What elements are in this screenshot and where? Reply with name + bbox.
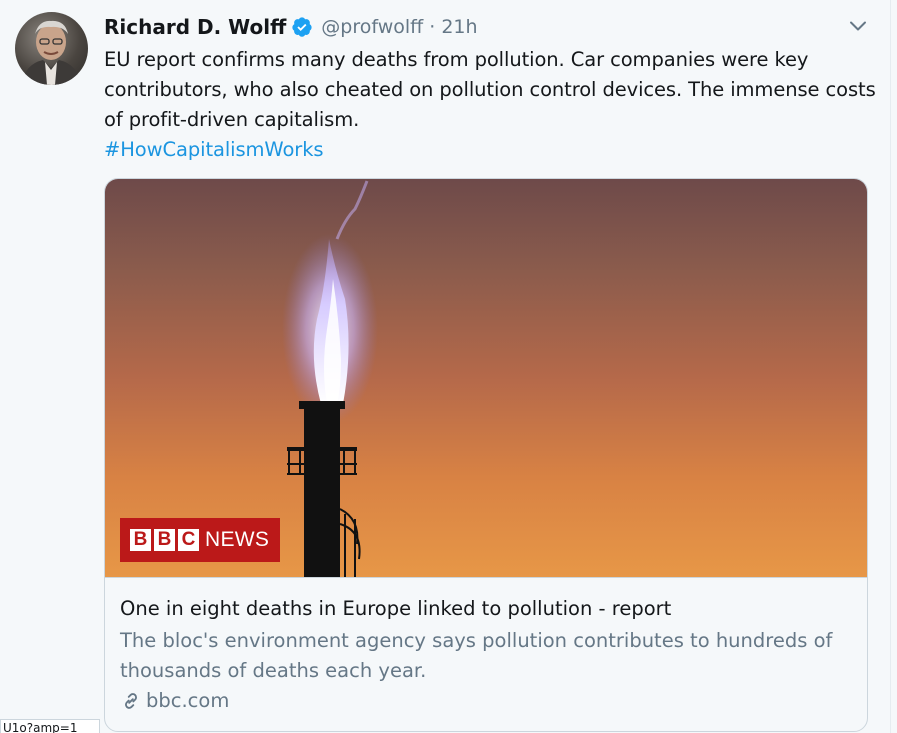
chevron-down-icon[interactable] (848, 16, 868, 36)
link-card[interactable]: B B C NEWS One in eight deaths in Europe… (104, 178, 868, 732)
author-name[interactable]: Richard D. Wolff (104, 15, 286, 39)
card-description: The bloc's environment agency says pollu… (120, 629, 833, 682)
bbc-logo-letter: B (130, 529, 151, 551)
tweet[interactable]: Richard D. Wolff @profwolff · 21h EU rep… (0, 0, 891, 733)
tweet-body: EU report confirms many deaths from poll… (104, 48, 876, 131)
tweet-header: Richard D. Wolff @profwolff · 21h (104, 12, 478, 42)
card-domain: bbc.com (120, 689, 229, 712)
bbc-logo-letter: B (154, 529, 175, 551)
tweet-text: EU report confirms many deaths from poll… (104, 45, 879, 165)
tweet-timestamp[interactable]: 21h (441, 16, 477, 38)
card-image[interactable]: B B C NEWS (105, 179, 867, 577)
verified-badge-icon (292, 17, 312, 37)
author-handle[interactable]: @profwolff (321, 16, 423, 38)
avatar[interactable] (15, 12, 88, 85)
card-domain-text: bbc.com (146, 689, 230, 712)
card-title: One in eight deaths in Europe linked to … (120, 597, 672, 620)
bbc-logo-news: NEWS (205, 528, 270, 551)
bbc-logo-letter: C (178, 529, 199, 551)
status-bar-url: U1o?amp=1 (0, 719, 100, 733)
hashtag-link[interactable]: #HowCapitalismWorks (104, 135, 879, 165)
card-body[interactable]: One in eight deaths in Europe linked to … (105, 577, 867, 731)
bbc-news-logo: B B C NEWS (120, 518, 280, 562)
link-icon (125, 692, 137, 709)
header-separator: · (429, 16, 436, 38)
